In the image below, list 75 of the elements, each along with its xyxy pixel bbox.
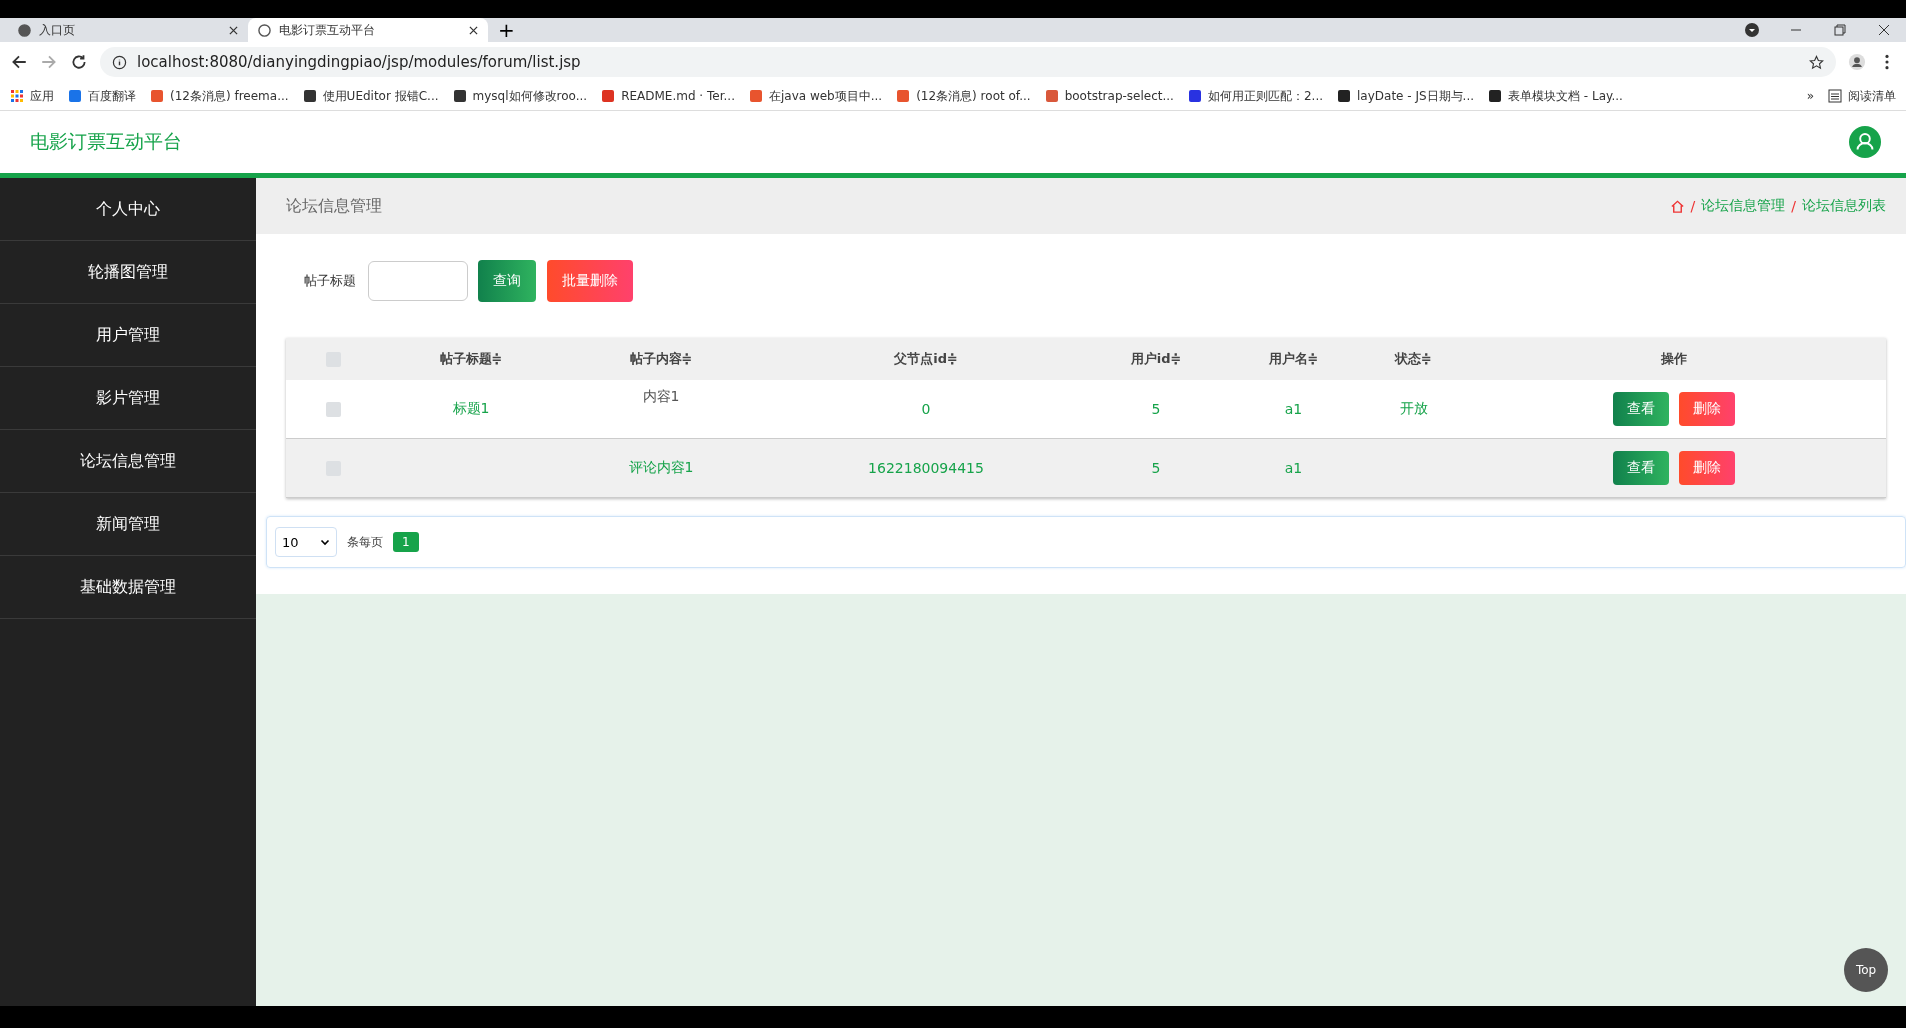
chevron-icon	[320, 537, 330, 547]
site-icon	[302, 89, 317, 103]
column-header[interactable]: 用户名≑	[1268, 350, 1319, 368]
table-cell: 内容1	[642, 388, 680, 406]
table-cell: 0	[921, 401, 931, 417]
url-text: localhost:8080/dianyingdingpiao/jsp/modules/forum/list.jsp	[137, 53, 581, 71]
app-title: 电影订票互动平台	[30, 129, 182, 154]
site-icon	[748, 89, 763, 103]
column-header[interactable]: 父节点id≑	[894, 350, 958, 368]
table-cell: 5	[1151, 460, 1161, 476]
site-icon	[68, 89, 82, 103]
bookmark[interactable]: bootstrap-select...	[1044, 89, 1174, 103]
table-cell: 1622180094415	[868, 460, 984, 476]
breadcrumb-separator: /	[1690, 198, 1696, 214]
browser-tab[interactable]: 电影订票互动平台	[248, 18, 488, 42]
view-button[interactable]: 查看	[1612, 392, 1669, 426]
close-icon[interactable]	[469, 25, 478, 35]
bookmark[interactable]: (12条消息) root of...	[896, 87, 1031, 105]
list-icon	[1828, 89, 1842, 103]
profile-dropdown-icon[interactable]	[1744, 22, 1760, 38]
bookmark[interactable]: 应用	[10, 87, 54, 105]
new-tab-button[interactable]: +	[488, 18, 525, 42]
info-icon	[112, 54, 127, 70]
close-icon[interactable]	[1876, 22, 1892, 38]
bookmark[interactable]: 在java web项目中...	[748, 87, 883, 105]
reading-list-button[interactable]: 阅读清单	[1828, 87, 1896, 105]
site-icon	[601, 89, 616, 103]
search-label: 帖子标题	[304, 272, 356, 290]
back-arrow-icon[interactable]	[10, 53, 28, 71]
reload-icon[interactable]	[70, 53, 88, 71]
bookmark[interactable]: 如何用正则匹配：2...	[1187, 87, 1323, 105]
home-icon[interactable]	[1669, 198, 1685, 214]
column-header[interactable]: 用户id≑	[1130, 350, 1182, 368]
bookmark[interactable]: 百度翻译	[68, 87, 136, 105]
site-icon	[896, 89, 911, 103]
user-avatar-icon[interactable]	[1849, 126, 1881, 158]
table-cell: 开放	[1399, 400, 1428, 418]
page-heading: 论坛信息管理	[286, 195, 382, 217]
site-icon	[452, 89, 467, 103]
browser-tab[interactable]: 入口页	[8, 18, 248, 42]
table-cell: a1	[1284, 460, 1303, 476]
restore-icon[interactable]	[1832, 22, 1848, 38]
view-button[interactable]: 查看	[1612, 451, 1669, 485]
bookmark[interactable]: 使用UEditor 报错C...	[302, 87, 439, 105]
column-header[interactable]: 帖子标题≑	[439, 350, 503, 368]
column-header: 操作	[1660, 350, 1687, 368]
site-icon	[150, 89, 164, 103]
column-header[interactable]: 帖子内容≑	[629, 350, 693, 368]
table-cell: 5	[1151, 401, 1161, 417]
breadcrumb-separator: /	[1791, 198, 1796, 214]
bookmark[interactable]: (12条消息) freema...	[150, 87, 289, 105]
address-bar[interactable]: localhost:8080/dianyingdingpiao/jsp/modules/forum/list.jsp	[100, 47, 1836, 77]
bookmark[interactable]: 表单模块文档 - Lay...	[1488, 87, 1623, 105]
site-icon	[1044, 89, 1059, 103]
close-icon[interactable]	[229, 25, 238, 35]
site-icon	[1187, 89, 1202, 103]
site-icon	[1337, 89, 1351, 103]
star-icon[interactable]	[1809, 54, 1824, 70]
bookmark[interactable]: mysql如何修改roo...	[452, 87, 588, 105]
app-grid-icon	[10, 89, 24, 103]
row-checkbox[interactable]	[326, 401, 341, 417]
table-cell: 标题1	[452, 400, 490, 418]
table-cell: 评论内容1	[628, 459, 694, 477]
more-bookmarks-button[interactable]: »	[1806, 89, 1814, 103]
page-size-select[interactable]: 10	[275, 527, 337, 557]
title-search-field[interactable]	[368, 261, 468, 301]
column-header[interactable]: 状态≑	[1395, 350, 1432, 368]
site-icon	[1488, 89, 1503, 103]
bookmark[interactable]: README.md · Ter...	[601, 89, 735, 103]
back-to-top-button[interactable]: Top	[1844, 948, 1888, 992]
bookmark[interactable]: layDate - JS日期与...	[1337, 87, 1475, 105]
profile-icon[interactable]	[1848, 53, 1866, 71]
table-cell: a1	[1284, 401, 1303, 417]
per-page-label: 条每页	[347, 533, 383, 551]
query-button[interactable]: 查询	[478, 260, 536, 302]
